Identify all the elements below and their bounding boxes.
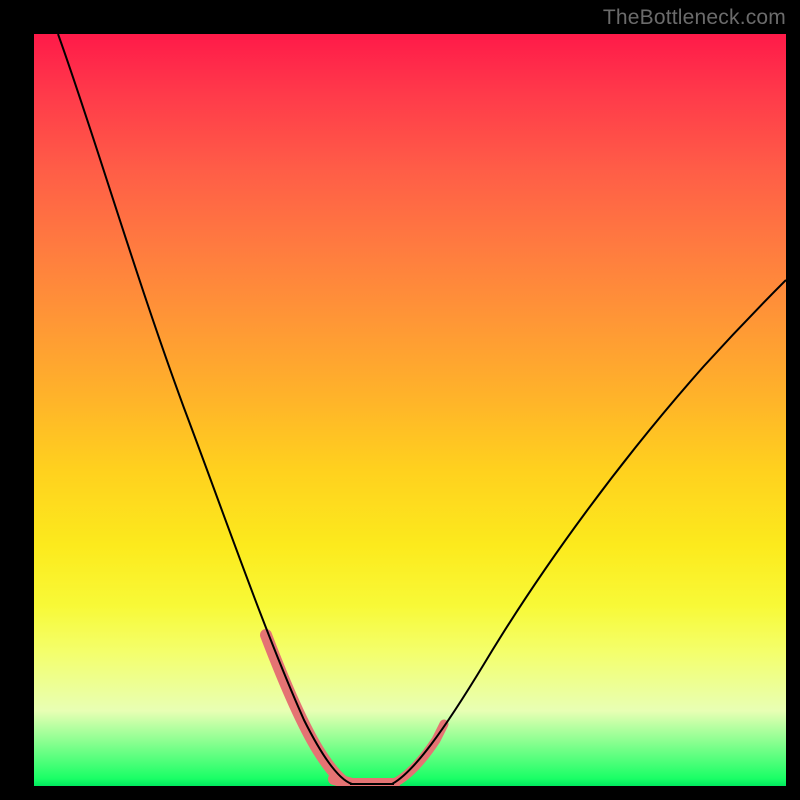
curve-right-branch [392,280,786,784]
highlight-right-pink [392,724,444,784]
chart-frame: TheBottleneck.com [0,0,800,800]
curve-left-branch [58,34,352,784]
plot-area [34,34,786,786]
watermark-text: TheBottleneck.com [603,6,786,30]
curves-layer [34,34,786,786]
